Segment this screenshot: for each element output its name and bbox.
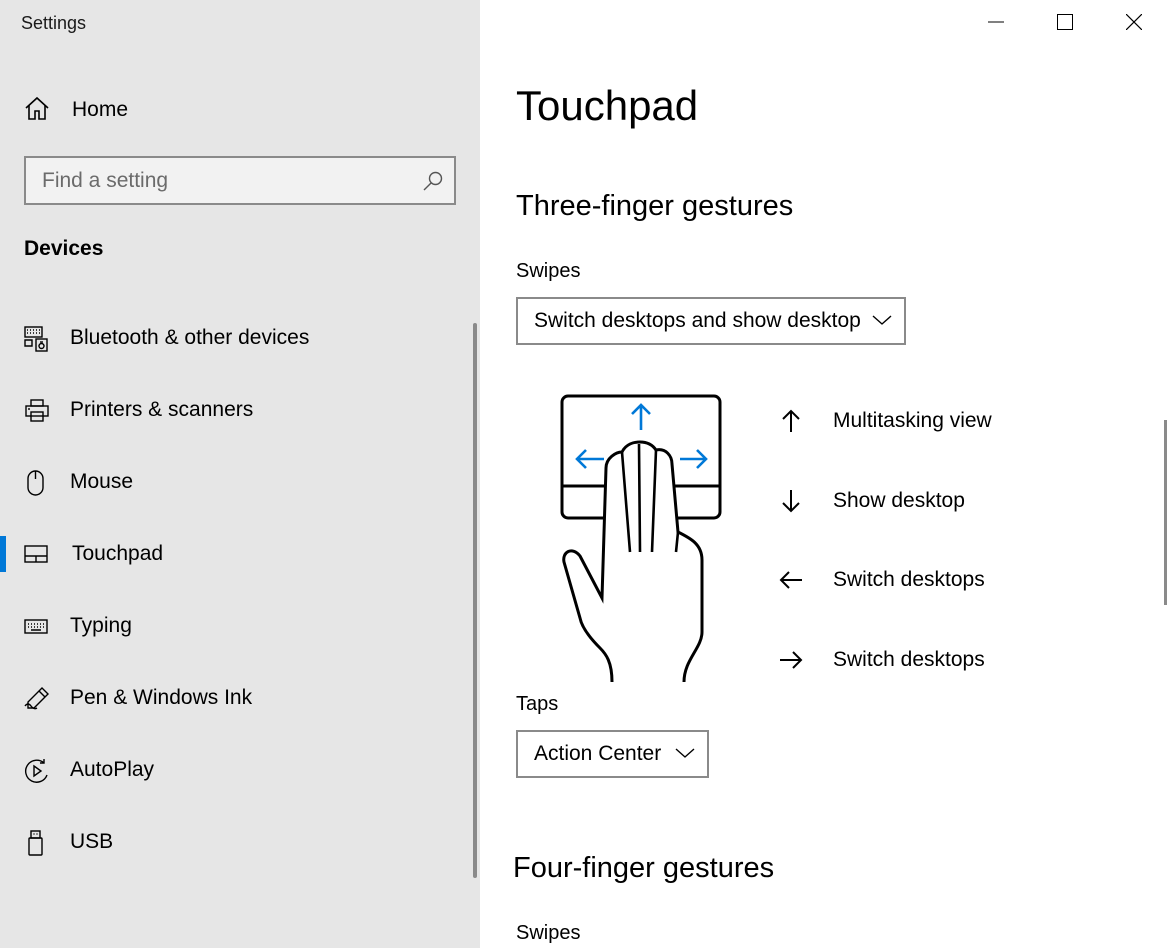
gesture-right: Switch desktops	[778, 640, 985, 680]
four-finger-swipes-label: Swipes	[516, 922, 581, 944]
sidebar-item-typing[interactable]: Typing	[0, 590, 470, 662]
three-finger-swipes-label: Swipes	[516, 260, 581, 282]
home-nav-item[interactable]: Home	[24, 90, 128, 130]
arrow-right-icon	[778, 647, 804, 673]
chevron-down-icon	[872, 313, 892, 332]
three-finger-illustration	[560, 392, 730, 692]
keyboard-icon	[24, 614, 50, 640]
page-title: Touchpad	[516, 82, 699, 129]
search-input[interactable]	[26, 168, 406, 193]
three-finger-taps-dropdown[interactable]: Action Center	[516, 730, 709, 778]
arrow-up-icon	[778, 408, 804, 434]
dropdown-value: Action Center	[534, 742, 662, 765]
bluetooth-devices-icon	[24, 326, 50, 352]
sidebar-item-label: Pen & Windows Ink	[70, 686, 253, 709]
sidebar-item-label: Mouse	[70, 470, 134, 493]
app-title: Settings	[21, 13, 87, 33]
three-finger-taps-label: Taps	[516, 693, 559, 715]
printer-icon	[24, 398, 50, 424]
search-box[interactable]	[24, 156, 456, 205]
main-scrollbar[interactable]	[1164, 420, 1167, 605]
home-icon	[24, 95, 50, 126]
main-content: Touchpad Three-finger gestures Swipes Sw…	[480, 0, 1170, 948]
sidebar-item-bluetooth[interactable]: Bluetooth & other devices	[0, 302, 470, 374]
active-indicator	[0, 536, 6, 572]
three-finger-swipes-dropdown[interactable]: Switch desktops and show desktop	[516, 297, 906, 345]
sidebar-item-touchpad[interactable]: Touchpad	[0, 518, 470, 590]
sidebar-nav: Bluetooth & other devices Printers & sca…	[0, 302, 470, 878]
search-icon[interactable]	[422, 170, 444, 197]
mouse-icon	[24, 470, 50, 496]
pen-icon	[24, 686, 50, 712]
sidebar-item-pen[interactable]: Pen & Windows Ink	[0, 662, 470, 734]
sidebar-item-printers[interactable]: Printers & scanners	[0, 374, 470, 446]
gesture-label: Switch desktops	[833, 648, 985, 671]
dropdown-value: Switch desktops and show desktop	[534, 309, 861, 332]
sidebar-item-mouse[interactable]: Mouse	[0, 446, 470, 518]
gesture-down: Show desktop	[778, 481, 965, 521]
home-label: Home	[72, 98, 129, 121]
gesture-up: Multitasking view	[778, 401, 992, 441]
three-finger-heading: Three-finger gestures	[516, 190, 794, 222]
sidebar-item-label: Typing	[70, 614, 132, 637]
arrow-left-icon	[778, 567, 804, 593]
sidebar-item-label: AutoPlay	[70, 758, 155, 781]
sidebar-item-autoplay[interactable]: AutoPlay	[0, 734, 470, 806]
sidebar-item-label: Touchpad	[72, 542, 164, 565]
gesture-label: Multitasking view	[833, 409, 992, 432]
sidebar-item-label: Bluetooth & other devices	[70, 326, 310, 349]
sidebar: Settings Home Devices Blueto	[0, 0, 480, 948]
touchpad-icon	[24, 542, 50, 568]
autoplay-icon	[24, 758, 50, 784]
usb-icon	[24, 830, 50, 856]
arrow-down-icon	[778, 488, 804, 514]
sidebar-scrollbar[interactable]	[473, 323, 477, 878]
gesture-left: Switch desktops	[778, 560, 985, 600]
section-heading: Devices	[24, 237, 104, 260]
chevron-down-icon	[675, 746, 695, 765]
sidebar-item-usb[interactable]: USB	[0, 806, 470, 878]
sidebar-item-label: USB	[70, 830, 114, 853]
four-finger-heading: Four-finger gestures	[513, 852, 775, 884]
gesture-label: Show desktop	[833, 489, 965, 512]
gesture-label: Switch desktops	[833, 568, 985, 591]
sidebar-item-label: Printers & scanners	[70, 398, 254, 421]
